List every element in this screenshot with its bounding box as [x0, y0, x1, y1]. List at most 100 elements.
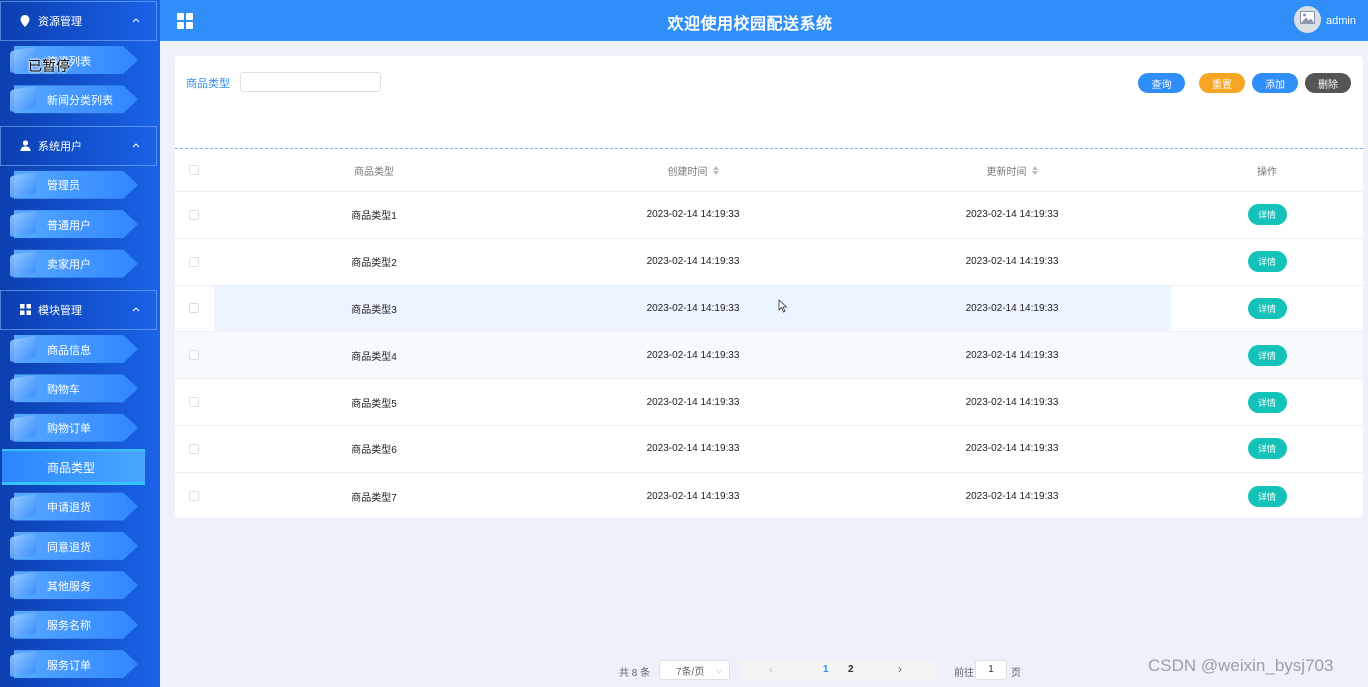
- table-row[interactable]: 商品类型7 2023-02-14 14:19:33 2023-02-14 14:…: [175, 473, 1363, 520]
- cell-updated: 2023-02-14 14:19:33: [965, 396, 1059, 408]
- table-header-row: 商品类型 创建时间 更新时间 操作: [175, 149, 1363, 192]
- row-checkbox[interactable]: [189, 491, 199, 502]
- sidebar-item-label: 其他服务: [47, 580, 91, 593]
- menu-group-label: 系统用户: [38, 140, 82, 153]
- row-checkbox[interactable]: [189, 256, 199, 267]
- row-checkbox[interactable]: [189, 350, 199, 361]
- cell-updated: 2023-02-14 14:19:33: [965, 209, 1059, 221]
- cell-type: 商品类型7: [351, 492, 397, 504]
- column-header-label: 更新时间: [986, 166, 1027, 178]
- username[interactable]: admin: [1326, 15, 1356, 27]
- next-page-icon[interactable]: ›: [898, 662, 902, 676]
- table-row[interactable]: 商品类型5 2023-02-14 14:19:33 2023-02-14 14:…: [175, 379, 1363, 426]
- top-header: 欢迎使用校园配送系统 admin: [160, 0, 1368, 41]
- menu-group-label: 资源管理: [38, 16, 82, 28]
- detail-button[interactable]: 详情: [1247, 438, 1287, 460]
- sidebar-item-normal-user[interactable]: 普通用户: [0, 205, 160, 244]
- chevron-up-icon: [132, 15, 140, 23]
- grid-icon: [19, 304, 31, 316]
- sort-icon[interactable]: [712, 165, 719, 175]
- detail-button[interactable]: 详情: [1247, 251, 1287, 273]
- row-checkbox[interactable]: [189, 397, 199, 408]
- sidebar-item-service-name[interactable]: 服务名称: [0, 606, 160, 645]
- sort-icon[interactable]: [1031, 165, 1038, 175]
- sidebar-item-news-category[interactable]: 新闻分类列表: [0, 80, 160, 119]
- sidebar-item-label: 申请退货: [47, 502, 91, 515]
- detail-button[interactable]: 详情: [1247, 344, 1287, 366]
- select-all-checkbox[interactable]: [189, 165, 199, 175]
- sidebar-item-cart[interactable]: 购物车: [0, 369, 160, 408]
- menu-group-resource[interactable]: 资源管理: [0, 1, 157, 41]
- detail-button[interactable]: 详情: [1247, 391, 1287, 413]
- pagination-total: 共 8 条: [619, 668, 651, 679]
- table-row[interactable]: 商品类型2 2023-02-14 14:19:33 2023-02-14 14:…: [175, 239, 1363, 286]
- column-header-created[interactable]: 创建时间: [593, 149, 793, 191]
- sidebar-item-admin[interactable]: 管理员: [0, 166, 160, 205]
- reset-button[interactable]: 重置: [1199, 73, 1245, 93]
- row-checkbox[interactable]: [189, 209, 199, 220]
- table-row[interactable]: 商品类型1 2023-02-14 14:19:33 2023-02-14 14:…: [175, 192, 1363, 239]
- page-size-select[interactable]: 7条/页 ⌵: [659, 660, 730, 680]
- table-row[interactable]: 商品类型3 2023-02-14 14:19:33 2023-02-14 14:…: [175, 285, 1363, 333]
- cell-updated: 2023-02-14 14:19:33: [965, 256, 1059, 268]
- sidebar-item-return-request[interactable]: 申请退货: [0, 488, 160, 527]
- sidebar-item-return-approved[interactable]: 同意退货: [0, 527, 160, 566]
- table-row[interactable]: 商品类型6 2023-02-14 14:19:33 2023-02-14 14:…: [175, 426, 1363, 473]
- column-header-label: 创建时间: [667, 166, 708, 178]
- cell-created: 2023-02-14 14:19:33: [646, 302, 740, 314]
- goto-label: 前往: [954, 668, 974, 679]
- goods-type-table: 商品类型 创建时间 更新时间 操作 商品类型1 2023-02-14 14:19…: [175, 149, 1363, 520]
- sidebar-item-service-orders[interactable]: 服务订单: [0, 645, 160, 684]
- detail-button[interactable]: 详情: [1247, 485, 1287, 507]
- menu-group-modules[interactable]: 模块管理: [0, 289, 157, 330]
- cell-type: 商品类型4: [351, 351, 397, 363]
- user-icon: [19, 140, 31, 152]
- sidebar-item-label: 商品信息: [47, 344, 91, 357]
- prev-page-icon[interactable]: ‹: [769, 662, 773, 676]
- menu-group-label: 模块管理: [38, 304, 82, 317]
- cell-created: 2023-02-14 14:19:33: [646, 256, 740, 268]
- add-button[interactable]: 添加: [1252, 73, 1298, 93]
- location-pin-icon: [19, 15, 31, 27]
- cell-created: 2023-02-14 14:19:33: [646, 349, 740, 361]
- query-button[interactable]: 查询: [1138, 73, 1185, 93]
- cell-type: 商品类型2: [351, 258, 397, 270]
- row-checkbox[interactable]: [189, 443, 199, 454]
- content-card: 商品类型 查询 重置 添加 删除 商品类型 创建时间 更新时间 操作 商品类型1…: [175, 56, 1363, 518]
- mouse-cursor-icon: [778, 299, 788, 313]
- detail-button[interactable]: 详情: [1247, 204, 1287, 226]
- delete-button[interactable]: 删除: [1305, 73, 1351, 93]
- goto-unit: 页: [1011, 668, 1021, 679]
- goods-type-search-input[interactable]: [240, 72, 381, 92]
- column-header-action: 操作: [1257, 166, 1277, 178]
- sidebar-item-other-service[interactable]: 其他服务: [0, 566, 160, 605]
- table-row[interactable]: 商品类型4 2023-02-14 14:19:33 2023-02-14 14:…: [175, 332, 1363, 380]
- sidebar-item-goods-type[interactable]: 商品类型: [0, 448, 160, 487]
- sidebar-item-label: 服务名称: [47, 620, 91, 633]
- sidebar-item-label: 购物车: [47, 384, 80, 397]
- search-label: 商品类型: [186, 78, 230, 90]
- chevron-down-icon: ⌵: [715, 666, 722, 675]
- sidebar-item-label: 同意退货: [47, 541, 91, 554]
- row-checkbox[interactable]: [189, 303, 199, 314]
- chevron-up-icon: [132, 304, 140, 312]
- column-header-updated[interactable]: 更新时间: [912, 149, 1112, 191]
- avatar[interactable]: [1294, 6, 1321, 33]
- column-header-type: 商品类型: [354, 166, 394, 178]
- cell-type: 商品类型6: [351, 445, 397, 457]
- sidebar-item-orders[interactable]: 购物订单: [0, 409, 160, 448]
- sidebar-item-label: 服务订单: [47, 659, 91, 672]
- sidebar-item-label: 商品类型: [47, 461, 96, 476]
- page-2[interactable]: 2: [848, 664, 854, 675]
- cell-updated: 2023-02-14 14:19:33: [965, 349, 1059, 361]
- cell-updated: 2023-02-14 14:19:33: [965, 490, 1059, 502]
- detail-button[interactable]: 详情: [1247, 297, 1287, 319]
- menu-group-system-users[interactable]: 系统用户: [0, 125, 157, 166]
- sidebar-item-news-list[interactable]: 资讯列表: [0, 41, 160, 80]
- paused-overlay: 已暂停: [28, 58, 70, 74]
- goto-page-input[interactable]: 1: [975, 660, 1007, 680]
- sidebar-item-goods-info[interactable]: 商品信息: [0, 330, 160, 369]
- sidebar-item-seller[interactable]: 卖家用户: [0, 245, 160, 284]
- page-1[interactable]: 1: [823, 664, 829, 675]
- sidebar-item-label: 管理员: [47, 180, 80, 193]
